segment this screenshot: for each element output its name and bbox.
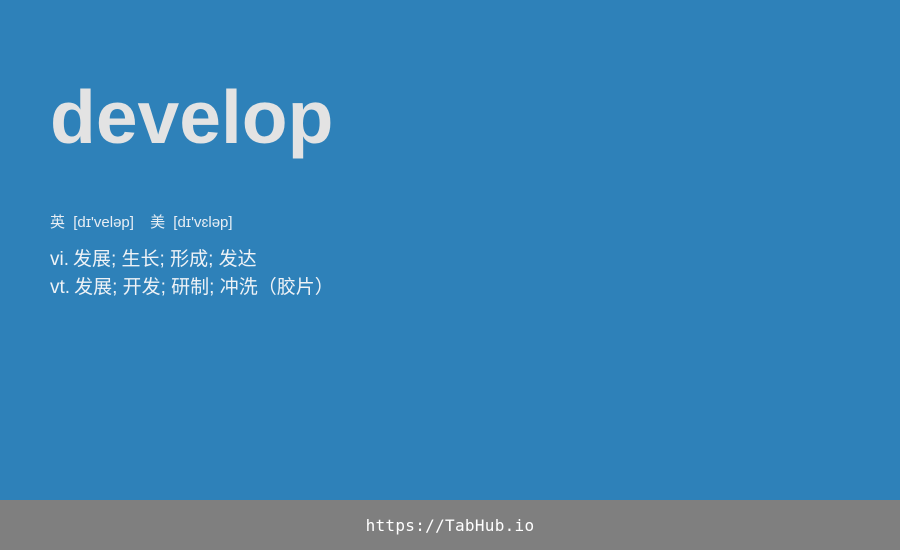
- definition-item: vi. 发展; 生长; 形成; 发达: [50, 246, 334, 274]
- phonetic-region-label: 英: [50, 214, 66, 231]
- phonetic-region-label: 美: [150, 214, 166, 231]
- phonetic-us: 美 [dɪ'vɛləp]: [150, 212, 232, 234]
- phonetic-uk: 英 [dɪ'veləp]: [50, 212, 134, 234]
- word-card: develop 英 [dɪ'veləp] 美 [dɪ'vɛləp] vi. 发展;…: [0, 0, 900, 500]
- definition-meaning: 发展; 生长; 形成; 发达: [73, 249, 257, 270]
- part-of-speech: vt.: [50, 277, 71, 298]
- phonetic-ipa: [dɪ'vɛləp]: [173, 214, 233, 231]
- phonetics-row: 英 [dɪ'veləp] 美 [dɪ'vɛləp]: [50, 212, 245, 234]
- word-title: develop: [50, 75, 334, 159]
- definitions-list: vi. 发展; 生长; 形成; 发达 vt. 发展; 开发; 研制; 冲洗（胶片）: [50, 246, 334, 302]
- footer-bar: https://TabHub.io: [0, 500, 900, 550]
- footer-site-link[interactable]: https://TabHub.io: [366, 516, 535, 535]
- definition-meaning: 发展; 开发; 研制; 冲洗（胶片）: [74, 277, 334, 298]
- phonetic-ipa: [dɪ'veləp]: [73, 214, 134, 231]
- definition-item: vt. 发展; 开发; 研制; 冲洗（胶片）: [50, 274, 334, 302]
- part-of-speech: vi.: [50, 249, 69, 270]
